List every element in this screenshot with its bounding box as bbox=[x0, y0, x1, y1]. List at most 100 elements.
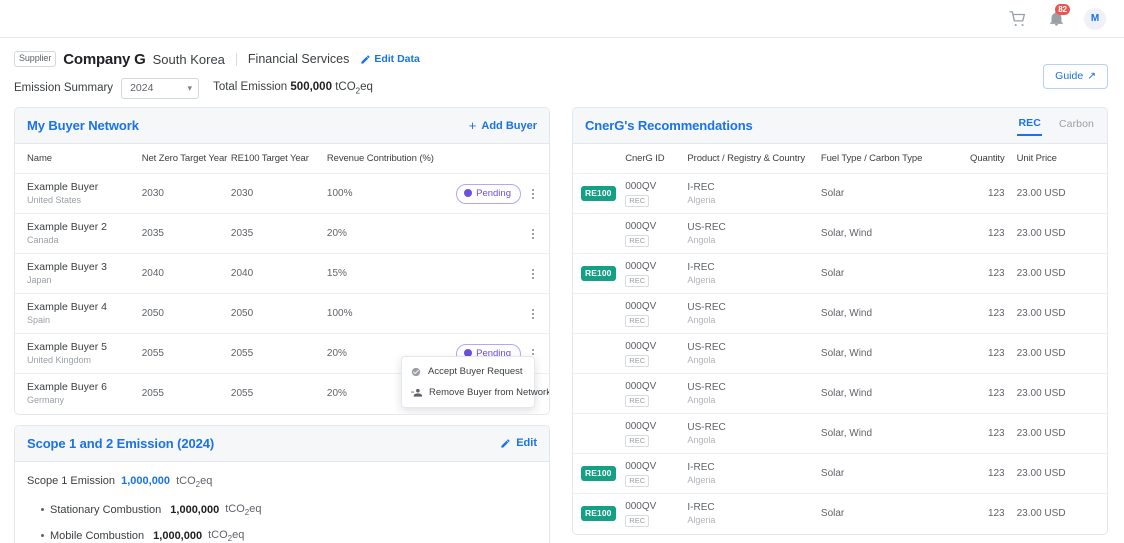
fuel-type: Solar, Wind bbox=[820, 333, 944, 374]
cnerg-id: 000QV bbox=[625, 261, 657, 272]
add-buyer-button[interactable]: + Add Buyer bbox=[469, 119, 537, 132]
buyer-country: Japan bbox=[27, 275, 52, 285]
row-context-menu: Accept Buyer Request Remove Buyer from Ne… bbox=[401, 356, 549, 408]
rec-tag: REC bbox=[625, 315, 650, 327]
quantity: 123 bbox=[943, 173, 1017, 214]
page-title: Company G bbox=[63, 50, 146, 68]
table-row[interactable]: Example Buyer 3 Japan 2040 2040 15% bbox=[15, 253, 549, 294]
guide-button[interactable]: Guide ↗ bbox=[1043, 64, 1108, 89]
registry-country: Angola bbox=[687, 235, 716, 245]
row-menu-button[interactable] bbox=[525, 184, 541, 204]
left-column: My Buyer Network + Add Buyer Name Net Ze… bbox=[0, 107, 562, 543]
table-row[interactable]: Example Buyer 5 United Kingdom 2055 2055 20%… bbox=[15, 333, 549, 408]
product-name: US-REC bbox=[687, 422, 726, 433]
top-bar: 82 M bbox=[0, 0, 1124, 38]
tab-rec[interactable]: REC bbox=[1017, 115, 1042, 136]
recommendations-header: CnerG's Recommendations REC Carbon bbox=[573, 108, 1107, 144]
chevron-down-icon: ▾ bbox=[187, 82, 193, 93]
col-cnerg-id: CnerG ID bbox=[625, 144, 688, 174]
product-cell: US-REC Angola bbox=[687, 213, 821, 254]
emission-summary-label: Emission Summary bbox=[14, 82, 114, 94]
quantity: 123 bbox=[943, 333, 1017, 374]
table-row[interactable]: 000QV REC US-REC Angola Solar, Wind 123 23.00 … bbox=[573, 373, 1107, 414]
product-cell: I-REC Algeria bbox=[687, 453, 821, 494]
quantity: 123 bbox=[943, 253, 1017, 294]
status-badge[interactable]: Pending bbox=[456, 183, 521, 204]
col-revenue: Revenue Contribution (%) bbox=[326, 144, 445, 174]
buyer-country: United States bbox=[27, 195, 82, 205]
cart-icon[interactable] bbox=[1008, 9, 1028, 29]
emission-unit: tCO2eq bbox=[208, 528, 245, 543]
cnerg-id-cell: 000QV REC bbox=[625, 213, 688, 254]
re100-cell bbox=[573, 333, 626, 374]
table-row[interactable]: Example Buyer 2 Canada 2035 2035 20% bbox=[15, 213, 549, 254]
recommendations-card: CnerG's Recommendations REC Carbon CnerG… bbox=[572, 107, 1108, 535]
row-menu-button[interactable] bbox=[525, 224, 541, 244]
emission-summary-bar: Emission Summary 2024 ▾ Total Emission 5… bbox=[14, 77, 1108, 99]
cnerg-id-cell: 000QV REC bbox=[625, 453, 688, 494]
buyer-name: Example Buyer 2 bbox=[27, 221, 107, 233]
scope-item-label: Mobile Combustion bbox=[50, 529, 145, 542]
product-cell: US-REC Angola bbox=[687, 413, 821, 454]
tab-carbon[interactable]: Carbon bbox=[1058, 116, 1095, 135]
menu-item-remove-buyer[interactable]: Remove Buyer from Network bbox=[402, 382, 549, 403]
buyer-name-cell: Example Buyer 2 Canada bbox=[15, 213, 142, 254]
re100-badge: RE100 bbox=[581, 186, 616, 201]
buyer-name-cell: Example Buyer 5 United Kingdom bbox=[15, 333, 142, 374]
recommendations-table: CnerG ID Product / Registry & Country Fu… bbox=[573, 144, 1107, 534]
cnerg-id-cell: 000QV REC bbox=[625, 333, 688, 374]
quantity: 123 bbox=[943, 413, 1017, 454]
edit-data-button[interactable]: Edit Data bbox=[360, 53, 420, 65]
revenue-contribution: 15% bbox=[326, 253, 445, 294]
fuel-type: Solar bbox=[820, 173, 944, 214]
quantity: 123 bbox=[943, 453, 1017, 494]
registry-country: Angola bbox=[687, 435, 716, 445]
cnerg-id: 000QV bbox=[625, 221, 657, 232]
net-zero-year: 2055 bbox=[141, 333, 231, 374]
unit-price: 23.00 USD bbox=[1016, 373, 1107, 414]
product-name: US-REC bbox=[687, 342, 726, 353]
bell-icon[interactable]: 82 bbox=[1046, 3, 1070, 29]
re100-cell: RE100 bbox=[573, 494, 625, 534]
re100-year: 2030 bbox=[230, 173, 327, 214]
table-row[interactable]: RE100 000QV REC I-REC Algeria Solar 123 23.00 U… bbox=[573, 173, 1107, 214]
buyer-network-table: Name Net Zero Target Year RE100 Target Y… bbox=[15, 144, 549, 414]
registry-country: Angola bbox=[687, 395, 716, 405]
company-sector: Financial Services bbox=[247, 52, 350, 66]
table-row[interactable]: Example Buyer United States 2030 2030 100% Pe… bbox=[15, 173, 549, 214]
year-select[interactable]: 2024 ▾ bbox=[121, 77, 200, 99]
table-row[interactable]: 000QV REC US-REC Angola Solar, Wind 123 23.00 … bbox=[573, 213, 1107, 254]
scope-edit-button[interactable]: Edit bbox=[500, 437, 537, 449]
row-actions bbox=[444, 253, 549, 294]
scope1-emission: Scope 1 Emission 1,000,000 tCO2eq bbox=[27, 475, 537, 489]
buyer-network-header: My Buyer Network + Add Buyer bbox=[15, 108, 549, 144]
cnerg-id: 000QV bbox=[625, 501, 657, 513]
supplier-chip: Supplier bbox=[14, 51, 57, 67]
re100-year: 2035 bbox=[230, 213, 327, 254]
rec-tag: REC bbox=[625, 435, 650, 447]
re100-cell: RE100 bbox=[573, 453, 626, 494]
check-circle-icon bbox=[411, 367, 421, 376]
table-row[interactable]: 000QV REC US-REC Angola Solar, Wind 123 23.00 … bbox=[573, 333, 1107, 374]
top-bar-icons: 82 M bbox=[1008, 3, 1106, 30]
buyer-name-cell: Example Buyer 6 Germany bbox=[15, 374, 142, 414]
row-menu-button[interactable] bbox=[525, 264, 541, 284]
table-row[interactable]: 000QV REC US-REC Angola Solar, Wind 123 23.00 … bbox=[573, 413, 1107, 454]
fuel-type: Solar, Wind bbox=[820, 413, 944, 454]
row-menu-button[interactable] bbox=[525, 304, 541, 324]
table-row[interactable]: RE100 000QV REC I-REC Algeria Solar 123 23.00 U… bbox=[573, 453, 1107, 494]
recommendations-title: CnerG's Recommendations bbox=[585, 118, 753, 133]
table-row[interactable]: 000QV REC US-REC Angola Solar, Wind 123 23.00 … bbox=[573, 293, 1107, 334]
re100-year: 2055 bbox=[230, 388, 254, 400]
buyer-network-thead: Name Net Zero Target Year RE100 Target Y… bbox=[15, 144, 549, 174]
menu-item-accept-buyer-request[interactable]: Accept Buyer Request bbox=[402, 361, 534, 382]
net-zero-year: 2040 bbox=[141, 253, 231, 294]
rec-tag: REC bbox=[625, 235, 650, 247]
avatar[interactable]: M bbox=[1084, 7, 1106, 30]
table-row[interactable]: RE100 000QV REC I-REC Algeria Solar 123 23.00 U… bbox=[573, 253, 1107, 294]
notification-badge: 82 bbox=[1055, 3, 1070, 15]
recommendations-tbody: RE100 000QV REC I-REC Algeria Solar 123 23.00 U… bbox=[573, 173, 1107, 534]
table-row[interactable]: RE100 000QV REC I-REC Algeria Solar 123 23.00 U… bbox=[573, 494, 1107, 534]
table-row[interactable]: Example Buyer 4 Spain 2050 2050 100% bbox=[15, 293, 549, 334]
fuel-type: Solar bbox=[820, 253, 944, 294]
